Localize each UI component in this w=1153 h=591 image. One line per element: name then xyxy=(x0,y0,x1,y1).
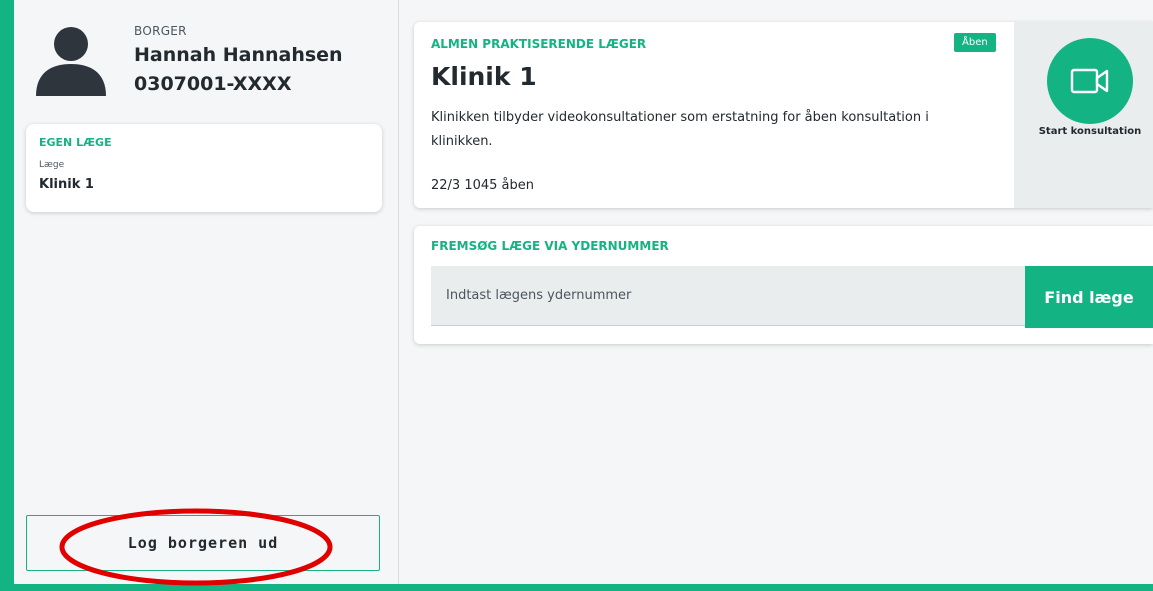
own-doctor-card: EGEN LÆGE Læge Klinik 1 xyxy=(26,124,382,212)
clinic-card: ALMEN PRAKTISERENDE LÆGER Åben Klinik 1 … xyxy=(414,22,1153,208)
start-consultation-label: Start konsultation xyxy=(1038,126,1142,137)
own-doctor-field-value: Klinik 1 xyxy=(39,177,94,192)
search-section-title: FREMSØG LÆGE VIA YDERNUMMER xyxy=(431,239,669,253)
clinic-hours: 22/3 1045 åben xyxy=(431,178,534,193)
avatar-icon xyxy=(36,27,106,96)
app-window: BORGER Hannah Hannahsen 0307001-XXXX EGE… xyxy=(14,0,1153,586)
start-consultation-button[interactable] xyxy=(1047,38,1133,124)
clinic-name: Klinik 1 xyxy=(431,62,537,91)
clinic-section-title: ALMEN PRAKTISERENDE LÆGER xyxy=(431,37,647,51)
own-doctor-title: EGEN LÆGE xyxy=(39,136,112,149)
citizen-cpr: 0307001-XXXX xyxy=(134,73,292,95)
search-card: FREMSØG LÆGE VIA YDERNUMMER Find læge xyxy=(414,226,1153,344)
citizen-role-label: BORGER xyxy=(134,24,187,38)
provider-number-input[interactable] xyxy=(431,266,1025,326)
citizen-name: Hannah Hannahsen xyxy=(134,44,343,66)
start-consultation-panel[interactable]: Start konsultation xyxy=(1014,22,1153,208)
clinic-description: Klinikken tilbyder videokonsultationer s… xyxy=(431,110,929,149)
status-badge: Åben xyxy=(954,33,996,52)
find-doctor-button[interactable]: Find læge xyxy=(1025,266,1153,328)
sidebar: BORGER Hannah Hannahsen 0307001-XXXX EGE… xyxy=(14,0,399,586)
own-doctor-field-label: Læge xyxy=(39,160,65,170)
main-content: ALMEN PRAKTISERENDE LÆGER Åben Klinik 1 … xyxy=(398,0,1153,584)
citizen-header: BORGER Hannah Hannahsen 0307001-XXXX xyxy=(34,22,384,102)
video-camera-icon xyxy=(1070,68,1109,94)
logout-button[interactable]: Log borgeren ud xyxy=(26,515,380,571)
